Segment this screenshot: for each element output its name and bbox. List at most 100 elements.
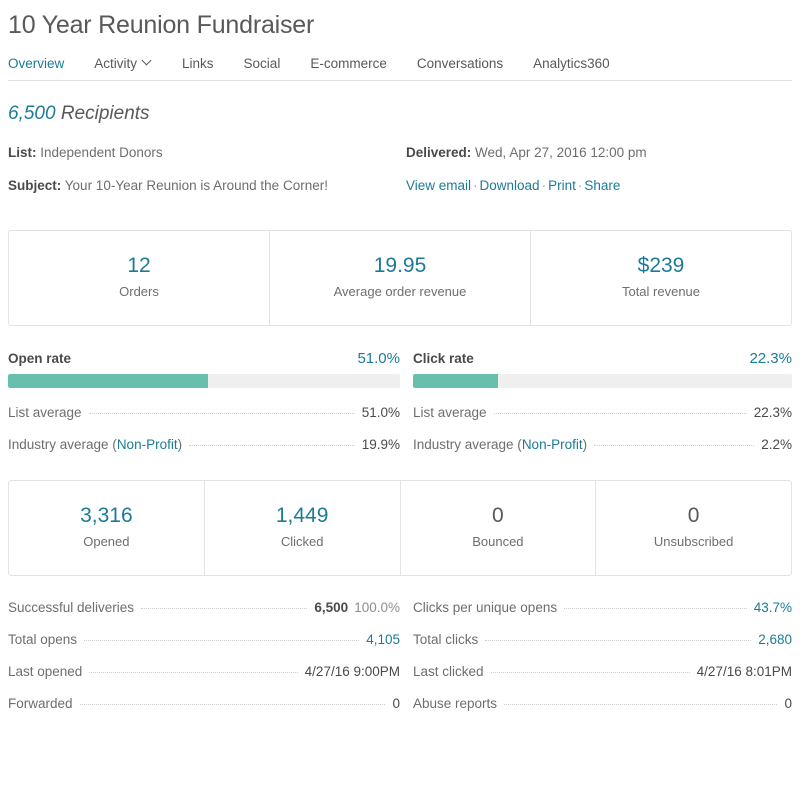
campaign-meta: List: Independent Donors Subject: Your 1… — [8, 144, 792, 210]
rate-percent: 22.3% — [749, 350, 792, 367]
rate-block-click-rate: Click rate22.3%List average22.3%Industry… — [400, 350, 792, 452]
rate-average-label: List average — [8, 405, 82, 420]
nav-item-conversations[interactable]: Conversations — [417, 56, 503, 71]
list-row: List: Independent Donors — [8, 144, 400, 162]
nav-item-e-commerce[interactable]: E-commerce — [310, 56, 387, 71]
rate-average-row: List average 51.0% — [8, 405, 400, 420]
detail-value[interactable]: 43.7% — [754, 600, 792, 615]
ecommerce-stat-cell-average-order-revenue: 19.95 Average order revenue — [270, 231, 531, 325]
industry-link[interactable]: Non-Profit — [522, 437, 583, 452]
subject-value: Your 10-Year Reunion is Around the Corne… — [65, 178, 328, 193]
main-nav: Overview Activity Links Social E-commerce Con… — [8, 56, 792, 81]
details-left-column: Successful deliveries6,500100.0%Total op… — [8, 600, 400, 728]
detail-row: Total clicks 2,680 — [413, 632, 792, 664]
rate-title: Open rate — [8, 351, 71, 366]
detail-label: Clicks per unique opens — [413, 600, 557, 615]
detail-row: Forwarded 0 — [8, 696, 400, 728]
detail-row: Clicks per unique opens 43.7% — [413, 600, 792, 632]
rate-average-value: 2.2% — [761, 437, 792, 452]
ecommerce-stats-card: 12Orders19.95Average order revenue$239To… — [8, 230, 792, 326]
detail-label: Successful deliveries — [8, 600, 134, 615]
dotted-leader — [89, 413, 355, 414]
engagement-stat-value: 3,316 — [15, 503, 198, 529]
detail-subvalue: 100.0% — [354, 600, 400, 615]
rate-bar-fill — [413, 374, 498, 388]
ecommerce-stat-value: 19.95 — [276, 253, 524, 279]
dotted-leader — [80, 704, 386, 705]
rate-bar-fill — [8, 374, 208, 388]
list-value: Independent Donors — [40, 145, 162, 160]
detail-label: Forwarded — [8, 696, 73, 711]
engagement-stat-value: 1,449 — [211, 503, 394, 529]
subject-label: Subject: — [8, 178, 61, 193]
detail-row: Abuse reports0 — [413, 696, 792, 728]
industry-link[interactable]: Non-Profit — [117, 437, 178, 452]
ecommerce-stat-value: 12 — [15, 253, 263, 279]
recipients-heading: 6,500 Recipients — [8, 103, 792, 125]
engagement-stats-card: 3,316Opened1,449Clicked0Bounced0Unsubscr… — [8, 480, 792, 576]
dotted-leader — [189, 445, 355, 446]
detail-value: 4/27/16 9:00PM — [305, 664, 400, 679]
page-title: 10 Year Reunion Fundraiser — [8, 10, 792, 40]
ecommerce-stat-label: Average order revenue — [276, 284, 524, 299]
detail-row: Last clicked4/27/16 8:01PM — [413, 664, 792, 696]
rate-average-label-text: List average — [413, 405, 487, 420]
detail-row: Successful deliveries 6,500 100.0% — [8, 600, 400, 632]
rate-average-value: 22.3% — [754, 405, 792, 420]
nav-item-links[interactable]: Links — [182, 56, 214, 71]
nav-item-label: E-commerce — [310, 56, 387, 71]
action-link-share[interactable]: Share — [584, 178, 620, 193]
ecommerce-stat-label: Orders — [15, 284, 263, 299]
action-link-print[interactable]: Print — [548, 178, 576, 193]
engagement-stat-value: 0 — [602, 503, 785, 529]
rate-average-label-suffix: ) — [178, 437, 183, 452]
engagement-stat-cell-clicked: 1,449 Clicked — [205, 481, 401, 575]
detail-value: 0 — [392, 696, 400, 711]
engagement-stat-label: Clicked — [211, 534, 394, 549]
detail-value[interactable]: 2,680 — [758, 632, 792, 647]
dotted-leader — [485, 640, 751, 641]
nav-item-analytics360[interactable]: Analytics360 — [533, 56, 610, 71]
nav-item-activity[interactable]: Activity — [94, 56, 152, 71]
action-link-download[interactable]: Download — [480, 178, 540, 193]
delivered-label: Delivered: — [406, 145, 471, 160]
ecommerce-stat-cell-orders: 12 Orders — [9, 231, 270, 325]
campaign-meta-right: Delivered: Wed, Apr 27, 2016 12:00 pm Vi… — [400, 144, 792, 210]
rate-header: Click rate 22.3% — [413, 350, 792, 367]
dotted-leader — [564, 608, 747, 609]
list-label: List: — [8, 145, 37, 160]
detail-label: Total clicks — [413, 632, 478, 647]
dotted-leader — [141, 608, 307, 609]
rate-average-value: 51.0% — [362, 405, 400, 420]
rate-average-label-suffix: ) — [583, 437, 588, 452]
details-section: Successful deliveries6,500100.0%Total op… — [8, 600, 792, 728]
rate-average-row: Industry average (Non-Profit)2.2% — [413, 437, 792, 452]
dotted-leader — [494, 413, 747, 414]
rate-average-label: Industry average (Non-Profit) — [8, 437, 182, 452]
engagement-stat-cell-opened: 3,316Opened — [9, 481, 205, 575]
detail-row: Last opened 4/27/16 9:00PM — [8, 664, 400, 696]
detail-label: Abuse reports — [413, 696, 497, 711]
nav-item-label: Activity — [94, 56, 137, 71]
nav-item-social[interactable]: Social — [244, 56, 281, 71]
campaign-actions: View email·Download·Print·Share — [406, 177, 792, 195]
detail-value: 6,500 — [314, 600, 348, 615]
nav-item-label: Analytics360 — [533, 56, 610, 71]
nav-item-label: Social — [244, 56, 281, 71]
nav-item-label: Overview — [8, 56, 64, 71]
dotted-leader — [89, 672, 297, 673]
rate-percent: 51.0% — [357, 350, 400, 367]
rate-title: Click rate — [413, 351, 474, 366]
action-link-view-email[interactable]: View email — [406, 178, 471, 193]
rate-average-value: 19.9% — [362, 437, 400, 452]
detail-value[interactable]: 4,105 — [366, 632, 400, 647]
engagement-stat-label: Unsubscribed — [602, 534, 785, 549]
campaign-report-page: 10 Year Reunion Fundraiser Overview Activ… — [0, 10, 800, 805]
nav-item-overview[interactable]: Overview — [8, 56, 64, 71]
rate-block-open-rate: Open rate 51.0% List average 51.0% Industry … — [8, 350, 400, 452]
recipients-count: 6,500 — [8, 103, 56, 124]
action-separator: · — [540, 178, 549, 193]
detail-label: Last opened — [8, 664, 82, 679]
rate-average-label-text: List average — [8, 405, 82, 420]
rate-bar-track — [413, 374, 792, 388]
